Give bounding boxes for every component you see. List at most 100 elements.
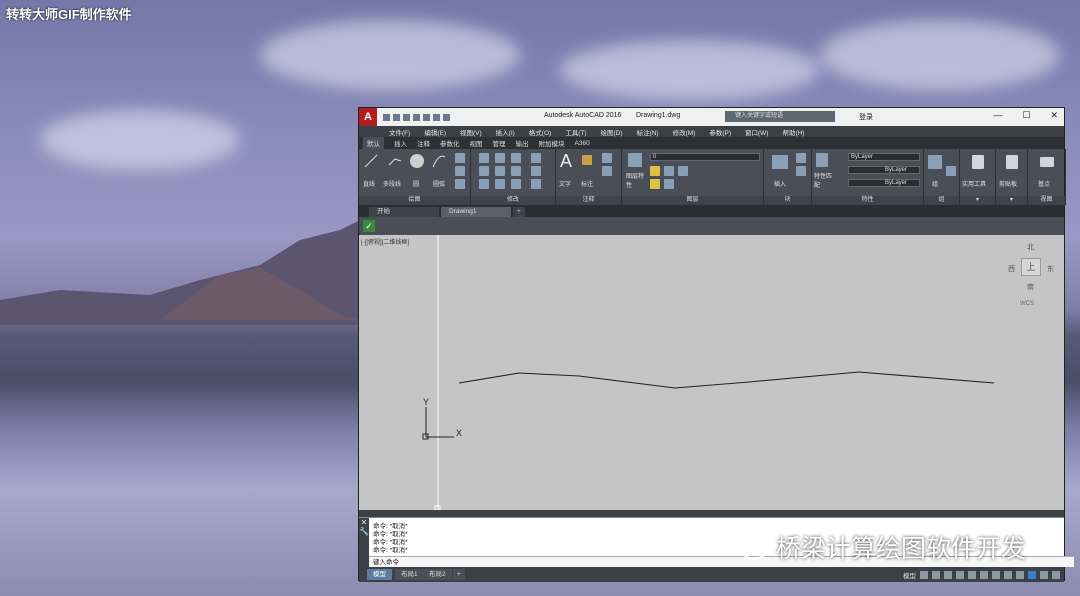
insert-block-icon[interactable] bbox=[772, 155, 788, 169]
tab-manage[interactable]: 管理 bbox=[493, 138, 506, 148]
command-window-handle[interactable]: ✕ 🔧 bbox=[359, 518, 369, 568]
dimension-button[interactable]: 标注 bbox=[581, 179, 593, 188]
block-group-label[interactable]: 块 bbox=[764, 196, 811, 205]
viewcube-west[interactable]: 西 bbox=[1008, 264, 1015, 274]
layer-dropdown[interactable]: 0 bbox=[650, 153, 760, 161]
stretch-icon[interactable] bbox=[479, 179, 489, 189]
edit-block-icon[interactable] bbox=[796, 166, 806, 176]
menu-help[interactable]: 帮助(H) bbox=[782, 127, 804, 137]
grid-icon[interactable] bbox=[920, 571, 928, 579]
lineweight-dropdown[interactable]: ByLayer bbox=[848, 179, 920, 187]
login-button[interactable]: 登录 bbox=[859, 112, 873, 122]
viewcube-south[interactable]: 南 bbox=[1027, 282, 1034, 292]
color-dropdown[interactable]: ByLayer bbox=[848, 153, 920, 161]
snap-icon[interactable] bbox=[932, 571, 940, 579]
viewcube-east[interactable]: 东 bbox=[1047, 264, 1054, 274]
group-group-label[interactable]: 组 bbox=[924, 196, 959, 205]
modify-group-label[interactable]: 修改 bbox=[471, 196, 555, 205]
scale-icon[interactable] bbox=[495, 179, 505, 189]
menu-draw[interactable]: 绘图(D) bbox=[601, 127, 623, 137]
properties-group-label[interactable]: 特性 bbox=[812, 196, 923, 205]
menu-parametric[interactable]: 参数(P) bbox=[709, 127, 731, 137]
line-button[interactable]: 直线 bbox=[363, 179, 375, 188]
move-icon[interactable] bbox=[479, 153, 489, 163]
array-icon[interactable] bbox=[511, 179, 521, 189]
viewcube-top[interactable]: 上 bbox=[1021, 258, 1041, 276]
erase-icon[interactable] bbox=[531, 153, 541, 163]
base-button[interactable]: 基点 bbox=[1038, 179, 1050, 188]
tab-addins[interactable]: 附加模块 bbox=[539, 138, 565, 148]
check-icon[interactable]: ✓ bbox=[363, 220, 375, 232]
hatch-icon[interactable] bbox=[455, 166, 465, 176]
tab-a360[interactable]: A360 bbox=[575, 140, 590, 147]
polyline-icon[interactable] bbox=[387, 153, 403, 169]
view-group-label[interactable]: 视图 bbox=[1028, 196, 1065, 205]
tab-annotate[interactable]: 注释 bbox=[417, 138, 430, 148]
customize-menu-icon[interactable] bbox=[1052, 571, 1060, 579]
layer-freeze-icon[interactable] bbox=[664, 166, 674, 176]
wcs-menu[interactable]: WCS bbox=[1020, 301, 1034, 307]
maximize-button[interactable]: ☐ bbox=[1022, 110, 1030, 121]
add-layout-button[interactable]: + bbox=[453, 569, 465, 580]
polyline-button[interactable]: 多段线 bbox=[383, 179, 401, 188]
menu-edit[interactable]: 编辑(E) bbox=[424, 127, 446, 137]
arc-icon[interactable] bbox=[431, 153, 447, 169]
clipboard-icon[interactable] bbox=[1006, 155, 1018, 169]
menu-dimension[interactable]: 标注(N) bbox=[637, 127, 659, 137]
layer-iso-icon[interactable] bbox=[650, 179, 660, 189]
menu-format[interactable]: 格式(O) bbox=[529, 127, 551, 137]
menu-file[interactable]: 文件(F) bbox=[389, 127, 410, 137]
minimize-button[interactable]: — bbox=[993, 110, 1002, 121]
menu-tools[interactable]: 工具(T) bbox=[565, 127, 586, 137]
tab-view[interactable]: 视图 bbox=[470, 138, 483, 148]
app-menu-button[interactable]: A bbox=[359, 108, 377, 126]
polar-icon[interactable] bbox=[956, 571, 964, 579]
layer-properties-icon[interactable] bbox=[628, 153, 642, 167]
create-block-icon[interactable] bbox=[796, 153, 806, 163]
fillet-icon[interactable] bbox=[511, 166, 521, 176]
annotation-group-label[interactable]: 注释 bbox=[556, 196, 621, 205]
tab-layout1[interactable]: 布局1 bbox=[395, 569, 424, 580]
text-button[interactable]: 文字 bbox=[559, 179, 571, 188]
group-icon[interactable] bbox=[928, 155, 942, 169]
new-icon[interactable] bbox=[383, 113, 390, 121]
layer-group-label[interactable]: 图层 bbox=[622, 196, 763, 205]
utilities-button[interactable]: 实用工具 bbox=[962, 179, 986, 188]
search-input[interactable]: 键入关键字或短语 bbox=[725, 111, 835, 122]
clipboard-dropdown-icon[interactable]: ▾ bbox=[996, 196, 1027, 205]
arc-button[interactable]: 圆弧 bbox=[433, 179, 445, 188]
rotate-icon[interactable] bbox=[495, 153, 505, 163]
add-tab-button[interactable]: + bbox=[513, 207, 525, 217]
layer-properties-button[interactable]: 图层特性 bbox=[626, 171, 646, 189]
drawing-canvas[interactable]: [-][俯视][二维线框] Y X bbox=[359, 235, 1064, 510]
calculator-icon[interactable] bbox=[972, 155, 984, 169]
circle-icon[interactable] bbox=[409, 153, 425, 169]
tab-model[interactable]: 模型 bbox=[367, 569, 392, 580]
match-properties-icon[interactable] bbox=[816, 153, 828, 167]
tab-output[interactable]: 输出 bbox=[516, 138, 529, 148]
explode-icon[interactable] bbox=[531, 166, 541, 176]
tab-insert[interactable]: 插入 bbox=[394, 138, 407, 148]
plus-icon[interactable] bbox=[1004, 571, 1012, 579]
insert-button[interactable]: 插入 bbox=[774, 179, 786, 188]
redo-icon[interactable] bbox=[443, 113, 450, 121]
hardware-accel-icon[interactable] bbox=[1028, 571, 1036, 579]
menu-insert[interactable]: 插入(I) bbox=[496, 127, 515, 137]
leader-icon[interactable] bbox=[602, 153, 612, 163]
close-button[interactable]: ✕ bbox=[1050, 110, 1058, 121]
rectangle-icon[interactable] bbox=[455, 153, 465, 163]
menu-modify[interactable]: 修改(M) bbox=[673, 127, 696, 137]
clean-screen-icon[interactable] bbox=[1040, 571, 1048, 579]
clipboard-button[interactable]: 剪贴板 bbox=[999, 179, 1017, 188]
dimension-icon[interactable] bbox=[582, 155, 592, 165]
open-icon[interactable] bbox=[393, 113, 400, 121]
copy-icon[interactable] bbox=[479, 166, 489, 176]
trim-icon[interactable] bbox=[511, 153, 521, 163]
osnap-icon[interactable] bbox=[968, 571, 976, 579]
menu-view[interactable]: 视图(V) bbox=[460, 127, 482, 137]
tab-layout2[interactable]: 布局2 bbox=[423, 569, 452, 580]
gradient-icon[interactable] bbox=[455, 179, 465, 189]
viewcube-north[interactable]: 北 bbox=[1027, 242, 1034, 252]
base-view-icon[interactable] bbox=[1040, 157, 1054, 167]
ungroup-icon[interactable] bbox=[946, 166, 956, 176]
